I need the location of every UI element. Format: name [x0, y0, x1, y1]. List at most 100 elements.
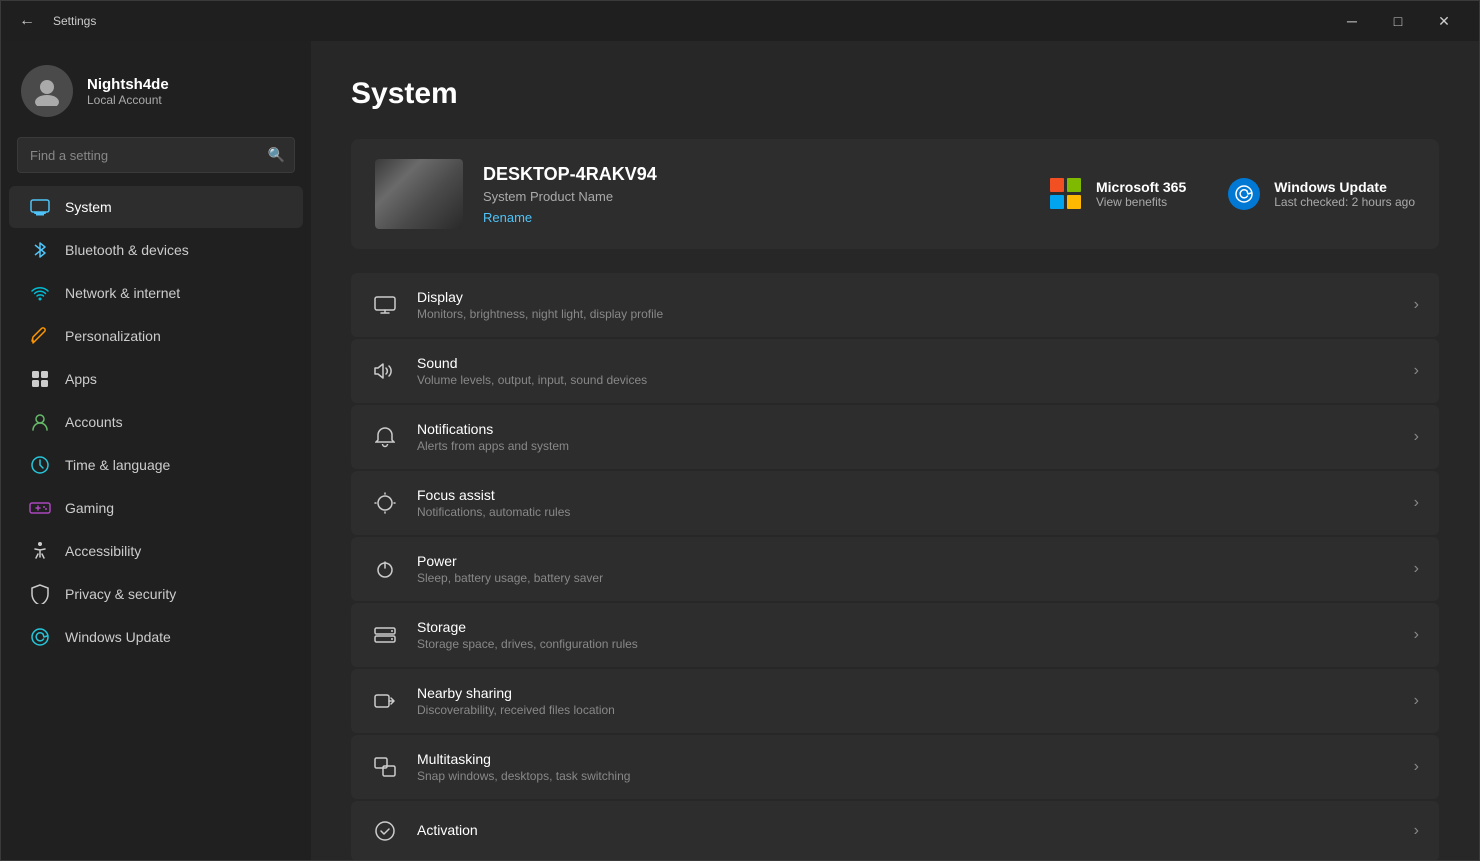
setting-title-storage: Storage	[417, 619, 638, 635]
accessibility-icon	[29, 540, 51, 562]
setting-title-activation: Activation	[417, 822, 478, 838]
ms365-text: Microsoft 365 View benefits	[1096, 179, 1186, 209]
device-image-inner	[375, 159, 463, 229]
sidebar-item-gaming-label: Gaming	[65, 500, 114, 516]
setting-text-sound: Sound Volume levels, output, input, soun…	[417, 355, 647, 387]
setting-left-sound: Sound Volume levels, output, input, soun…	[371, 355, 647, 387]
titlebar: ← Settings ─ □ ✕	[1, 1, 1479, 41]
sidebar-item-update-label: Windows Update	[65, 629, 171, 645]
minimize-button[interactable]: ─	[1329, 5, 1375, 37]
setting-text-notifications: Notifications Alerts from apps and syste…	[417, 421, 569, 453]
avatar	[21, 65, 73, 117]
sidebar-item-gaming[interactable]: Gaming	[9, 487, 303, 529]
sidebar-item-time[interactable]: Time & language	[9, 444, 303, 486]
sidebar-item-network[interactable]: Network & internet	[9, 272, 303, 314]
system-icon	[29, 196, 51, 218]
user-info: Nightsh4de Local Account	[87, 76, 169, 107]
personalization-icon	[29, 325, 51, 347]
setting-item-nearby[interactable]: Nearby sharing Discoverability, received…	[351, 669, 1439, 733]
windows-update-subtitle: Last checked: 2 hours ago	[1274, 195, 1415, 209]
close-button[interactable]: ✕	[1421, 5, 1467, 37]
sidebar-item-accessibility-label: Accessibility	[65, 543, 141, 559]
settings-window: ← Settings ─ □ ✕ Nightsh4de Local A	[0, 0, 1480, 861]
sidebar-item-system-label: System	[65, 199, 112, 215]
ms365-icon	[1048, 176, 1084, 212]
time-icon	[29, 454, 51, 476]
windows-update-title: Windows Update	[1274, 179, 1415, 195]
privacy-icon	[29, 583, 51, 605]
sidebar-nav: System Bluetooth & devices	[1, 185, 311, 659]
setting-item-storage[interactable]: Storage Storage space, drives, configura…	[351, 603, 1439, 667]
setting-text-nearby: Nearby sharing Discoverability, received…	[417, 685, 615, 717]
search-box: 🔍	[17, 137, 295, 173]
setting-desc-nearby: Discoverability, received files location	[417, 703, 615, 717]
device-product: System Product Name	[483, 189, 657, 204]
network-icon	[29, 282, 51, 304]
accounts-icon	[29, 411, 51, 433]
setting-item-power[interactable]: Power Sleep, battery usage, battery save…	[351, 537, 1439, 601]
back-button[interactable]: ←	[13, 7, 41, 35]
sidebar: Nightsh4de Local Account 🔍	[1, 41, 311, 860]
titlebar-title: Settings	[53, 14, 96, 28]
chevron-notifications: ›	[1414, 428, 1419, 446]
setting-text-multitasking: Multitasking Snap windows, desktops, tas…	[417, 751, 630, 783]
setting-desc-storage: Storage space, drives, configuration rul…	[417, 637, 638, 651]
setting-text-power: Power Sleep, battery usage, battery save…	[417, 553, 603, 585]
sidebar-item-privacy-label: Privacy & security	[65, 586, 176, 602]
sidebar-item-update[interactable]: Windows Update	[9, 616, 303, 658]
settings-list: Display Monitors, brightness, night ligh…	[351, 273, 1439, 860]
windows-update-text: Windows Update Last checked: 2 hours ago	[1274, 179, 1415, 209]
sidebar-item-personalization[interactable]: Personalization	[9, 315, 303, 357]
device-info: DESKTOP-4RAKV94 System Product Name Rena…	[483, 164, 657, 225]
setting-item-focus[interactable]: Focus assist Notifications, automatic ru…	[351, 471, 1439, 535]
maximize-button[interactable]: □	[1375, 5, 1421, 37]
titlebar-left: ← Settings	[13, 7, 96, 35]
ms365-subtitle: View benefits	[1096, 195, 1186, 209]
apps-icon	[29, 368, 51, 390]
content-area: System DESKTOP-4RAKV94 System Product Na…	[311, 41, 1479, 860]
sidebar-item-accessibility[interactable]: Accessibility	[9, 530, 303, 572]
setting-desc-power: Sleep, battery usage, battery saver	[417, 571, 603, 585]
setting-title-focus: Focus assist	[417, 487, 570, 503]
sidebar-item-network-label: Network & internet	[65, 285, 180, 301]
setting-desc-display: Monitors, brightness, night light, displ…	[417, 307, 663, 321]
chevron-multitasking: ›	[1414, 758, 1419, 776]
setting-left-nearby: Nearby sharing Discoverability, received…	[371, 685, 615, 717]
device-rename-link[interactable]: Rename	[483, 210, 657, 225]
search-input[interactable]	[17, 137, 295, 173]
device-name: DESKTOP-4RAKV94	[483, 164, 657, 185]
windows-update-badge[interactable]: Windows Update Last checked: 2 hours ago	[1226, 176, 1415, 212]
sidebar-item-bluetooth[interactable]: Bluetooth & devices	[9, 229, 303, 271]
setting-item-display[interactable]: Display Monitors, brightness, night ligh…	[351, 273, 1439, 337]
setting-left-activation: Activation	[371, 817, 478, 845]
search-icon: 🔍	[268, 147, 285, 164]
ms365-badge[interactable]: Microsoft 365 View benefits	[1048, 176, 1186, 212]
sidebar-item-apps[interactable]: Apps	[9, 358, 303, 400]
sidebar-item-system[interactable]: System	[9, 186, 303, 228]
sidebar-item-privacy[interactable]: Privacy & security	[9, 573, 303, 615]
setting-item-activation[interactable]: Activation ›	[351, 801, 1439, 860]
device-left: DESKTOP-4RAKV94 System Product Name Rena…	[375, 159, 657, 229]
setting-item-sound[interactable]: Sound Volume levels, output, input, soun…	[351, 339, 1439, 403]
setting-desc-multitasking: Snap windows, desktops, task switching	[417, 769, 630, 783]
chevron-sound: ›	[1414, 362, 1419, 380]
setting-title-multitasking: Multitasking	[417, 751, 630, 767]
setting-item-multitasking[interactable]: Multitasking Snap windows, desktops, tas…	[351, 735, 1439, 799]
focus-icon	[371, 489, 399, 517]
device-card: DESKTOP-4RAKV94 System Product Name Rena…	[351, 139, 1439, 249]
notifications-icon	[371, 423, 399, 451]
chevron-power: ›	[1414, 560, 1419, 578]
setting-left-storage: Storage Storage space, drives, configura…	[371, 619, 638, 651]
sidebar-item-accounts[interactable]: Accounts	[9, 401, 303, 443]
sidebar-item-accounts-label: Accounts	[65, 414, 123, 430]
setting-text-storage: Storage Storage space, drives, configura…	[417, 619, 638, 651]
setting-item-notifications[interactable]: Notifications Alerts from apps and syste…	[351, 405, 1439, 469]
ms365-title: Microsoft 365	[1096, 179, 1186, 195]
setting-title-display: Display	[417, 289, 663, 305]
storage-icon	[371, 621, 399, 649]
chevron-display: ›	[1414, 296, 1419, 314]
nearby-icon	[371, 687, 399, 715]
sidebar-item-personalization-label: Personalization	[65, 328, 161, 344]
user-section[interactable]: Nightsh4de Local Account	[1, 49, 311, 137]
display-icon	[371, 291, 399, 319]
